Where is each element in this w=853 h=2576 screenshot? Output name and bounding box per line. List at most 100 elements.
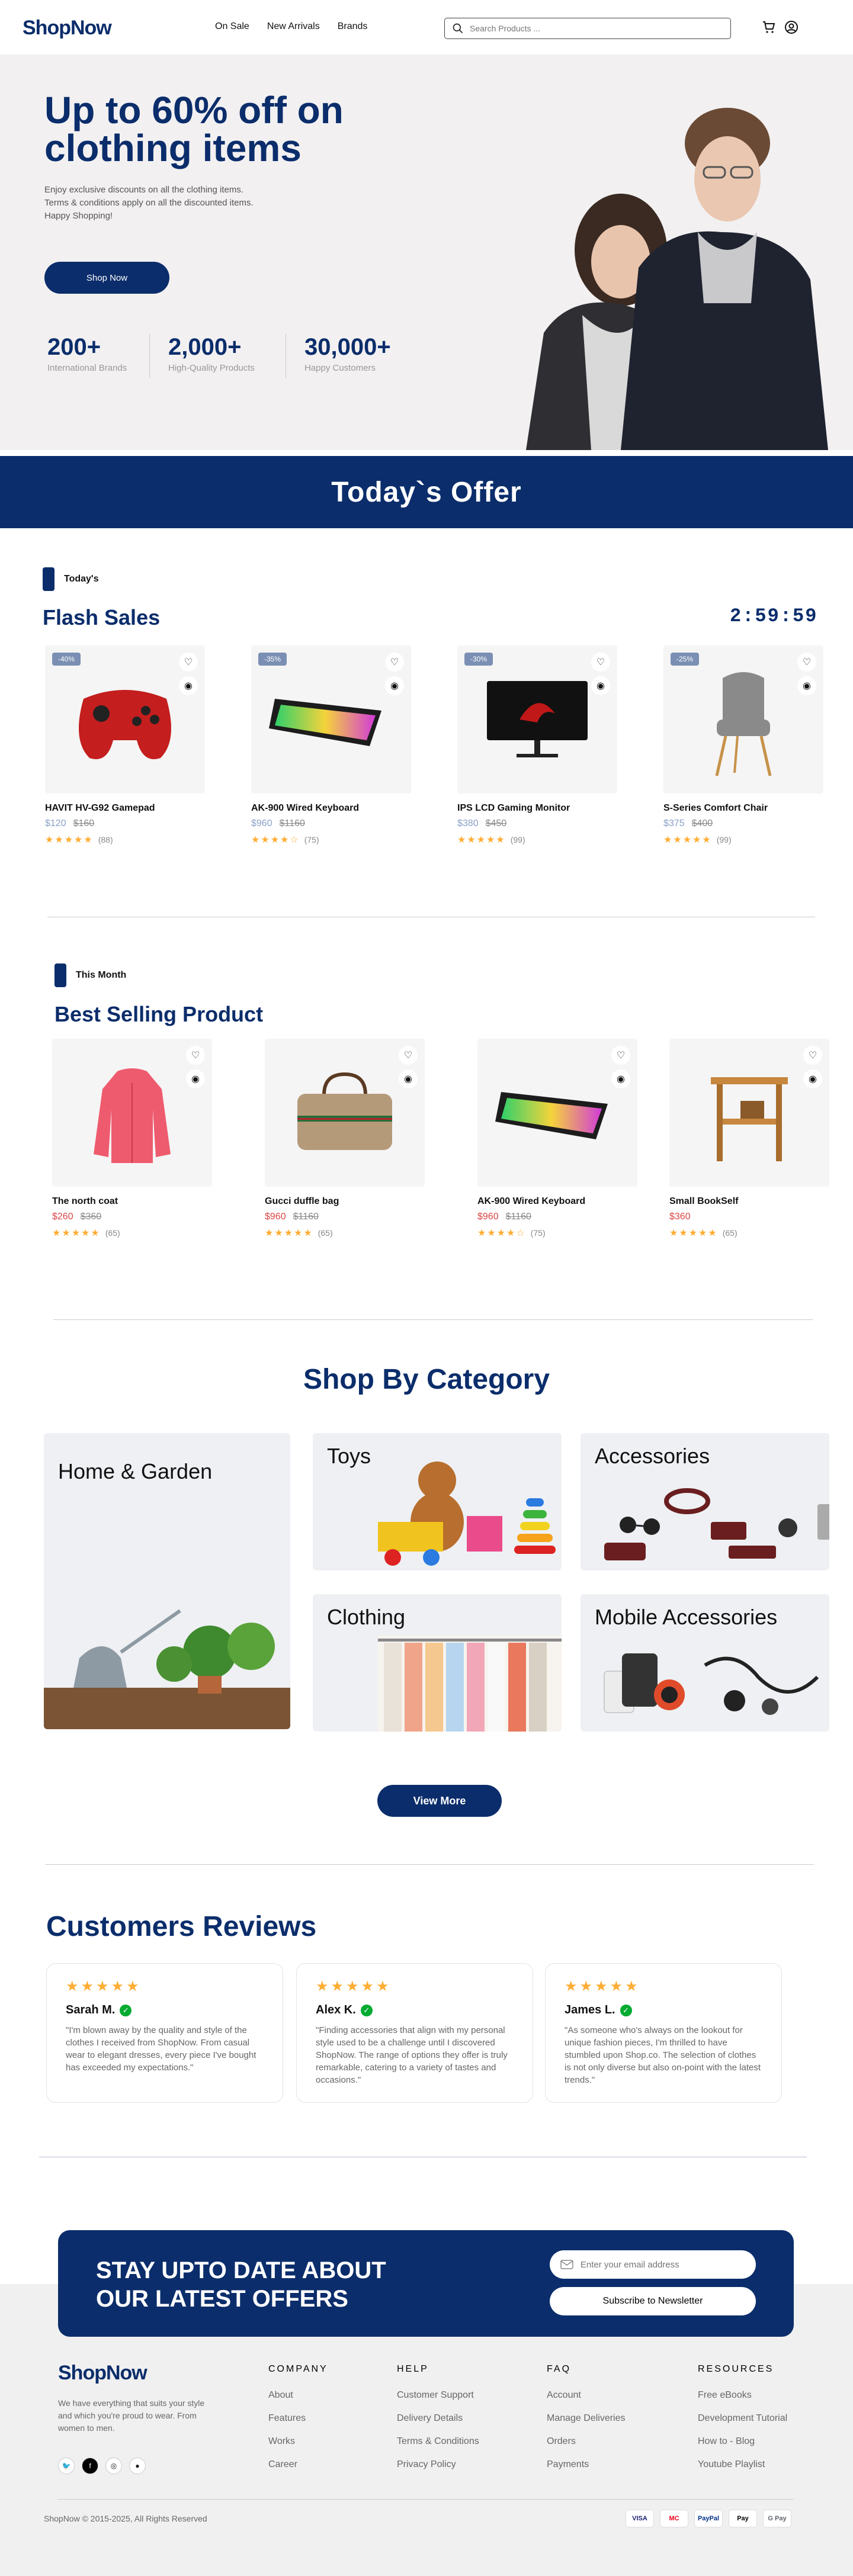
search-input[interactable]: [470, 24, 719, 33]
product-prices: $380 $450: [457, 818, 617, 829]
product-image: ♡ ◉: [52, 1039, 212, 1187]
hero-subtitle: Enjoy exclusive discounts on all the clo…: [44, 184, 323, 223]
product-card[interactable]: -40% ♡ ◉ HAVIT HV-G92 Gamepad $120 $160 ★…: [45, 645, 205, 846]
product-image: -40% ♡ ◉: [45, 645, 205, 794]
newsletter-title: STAY UPTO DATE ABOUT OUR LATEST OFFERS: [96, 2256, 428, 2313]
product-name[interactable]: S-Series Comfort Chair: [663, 803, 823, 814]
instagram-icon[interactable]: ◎: [105, 2458, 122, 2474]
wishlist-icon[interactable]: ♡: [385, 653, 404, 672]
wishlist-icon[interactable]: ♡: [399, 1046, 418, 1065]
cart-icon[interactable]: [762, 20, 776, 34]
product-name[interactable]: AK-900 Wired Keyboard: [477, 1196, 637, 1207]
category-toys[interactable]: Toys: [313, 1433, 562, 1570]
category-home-garden[interactable]: Home & Garden: [44, 1433, 290, 1729]
view-more-button[interactable]: View More: [377, 1785, 502, 1817]
footer-link[interactable]: Terms & Conditions: [397, 2436, 479, 2447]
footer-link[interactable]: Works: [268, 2436, 328, 2447]
wishlist-icon[interactable]: ♡: [611, 1046, 630, 1065]
wishlist-icon[interactable]: ♡: [797, 653, 816, 672]
quick-view-icon[interactable]: ◉: [803, 1069, 822, 1088]
review-count: (65): [318, 1228, 333, 1238]
product-name[interactable]: HAVIT HV-G92 Gamepad: [45, 803, 205, 814]
product-card[interactable]: -30% ♡ ◉ IPS LCD Gaming Monitor $380 $450…: [457, 645, 617, 846]
product-image: ♡ ◉: [477, 1039, 637, 1187]
product-name[interactable]: The north coat: [52, 1196, 212, 1207]
github-icon[interactable]: ●: [129, 2458, 146, 2474]
footer-link[interactable]: Youtube Playlist: [698, 2459, 787, 2470]
product-old-price: $400: [691, 818, 713, 828]
nav-brands[interactable]: Brands: [338, 21, 368, 32]
visa-icon: VISA: [626, 2510, 654, 2527]
wishlist-icon[interactable]: ♡: [186, 1046, 205, 1065]
footer-link[interactable]: Payments: [547, 2459, 626, 2470]
footer-link[interactable]: Development Tutorial: [698, 2413, 787, 2424]
mail-icon: [560, 2260, 573, 2269]
product-old-price: $1160: [505, 1212, 531, 1222]
product-card[interactable]: -35% ♡ ◉ AK-900 Wired Keyboard $960 $1160…: [251, 645, 411, 846]
product-card[interactable]: ♡ ◉ AK-900 Wired Keyboard $960 $1160 ★★★★…: [477, 1039, 637, 1239]
footer-link[interactable]: Orders: [547, 2436, 626, 2447]
wishlist-icon[interactable]: ♡: [803, 1046, 822, 1065]
category-mobile-accessories[interactable]: Mobile Accessories: [581, 1594, 829, 1732]
footer-description: We have everything that suits your style…: [58, 2398, 205, 2433]
reviewer-name: James L.: [565, 2003, 615, 2016]
hero-subtitle-line: Happy Shopping!: [44, 211, 113, 221]
product-card[interactable]: ♡ ◉ The north coat $260 $360 ★★★★★ (65): [52, 1039, 212, 1239]
logo[interactable]: ShopNow: [23, 17, 112, 40]
wishlist-icon[interactable]: ♡: [591, 653, 610, 672]
product-card[interactable]: ♡ ◉ Gucci duffle bag $960 $1160 ★★★★★ (65): [265, 1039, 425, 1239]
category-clothing[interactable]: Clothing: [313, 1594, 562, 1732]
clothing-rack-image: [378, 1636, 562, 1732]
verified-check-icon: ✓: [120, 2004, 132, 2016]
product-card[interactable]: -25% ♡ ◉ S-Series Comfort Chair $375 $400…: [663, 645, 823, 846]
footer-logo[interactable]: ShopNow: [58, 2362, 147, 2385]
footer-link[interactable]: Account: [547, 2390, 626, 2401]
footer-link[interactable]: Features: [268, 2413, 328, 2424]
review-stars: ★★★★★: [565, 1978, 640, 1994]
subscribe-button[interactable]: Subscribe to Newsletter: [550, 2287, 756, 2315]
product-image: -30% ♡ ◉: [457, 645, 617, 794]
footer-link[interactable]: Customer Support: [397, 2390, 479, 2401]
footer-link[interactable]: Career: [268, 2459, 328, 2470]
stat-label: High-Quality Products: [168, 363, 255, 373]
product-name[interactable]: AK-900 Wired Keyboard: [251, 803, 411, 814]
stat-brands: 200+ International Brands: [47, 334, 127, 373]
account-icon[interactable]: [784, 20, 799, 34]
twitter-icon[interactable]: 🐦: [58, 2458, 75, 2474]
offer-title: Today`s Offer: [331, 476, 522, 508]
reviewer-name: Alex K.: [316, 2003, 356, 2016]
quick-view-icon[interactable]: ◉: [611, 1069, 630, 1088]
footer-link[interactable]: Delivery Details: [397, 2413, 479, 2424]
category-accessories[interactable]: Accessories: [581, 1433, 829, 1570]
facebook-icon[interactable]: f: [82, 2458, 98, 2474]
product-name[interactable]: IPS LCD Gaming Monitor: [457, 803, 617, 814]
product-old-price: $1160: [279, 818, 305, 828]
shop-now-button[interactable]: Shop Now: [44, 262, 169, 294]
nav-on-sale[interactable]: On Sale: [215, 21, 249, 32]
product-name[interactable]: Small BookSelf: [669, 1196, 829, 1207]
quick-view-icon[interactable]: ◉: [179, 676, 198, 695]
quick-view-icon[interactable]: ◉: [591, 676, 610, 695]
footer-link[interactable]: Manage Deliveries: [547, 2413, 626, 2424]
paypal-icon: PayPal: [694, 2510, 723, 2527]
tag-bar: [43, 567, 54, 591]
footer-link[interactable]: About: [268, 2390, 328, 2401]
footer-link[interactable]: How to - Blog: [698, 2436, 787, 2447]
section-divider: [45, 1864, 814, 1865]
newsletter-title-line: STAY UPTO DATE ABOUT: [96, 2257, 386, 2283]
product-name[interactable]: Gucci duffle bag: [265, 1196, 425, 1207]
nav-new-arrivals[interactable]: New Arrivals: [267, 21, 320, 32]
quick-view-icon[interactable]: ◉: [385, 676, 404, 695]
product-card[interactable]: ♡ ◉ Small BookSelf $360 ★★★★★ (65): [669, 1039, 829, 1239]
footer-link[interactable]: Free eBooks: [698, 2390, 787, 2401]
newsletter-title-line: OUR LATEST OFFERS: [96, 2286, 348, 2312]
product-image: -25% ♡ ◉: [663, 645, 823, 794]
footer-link[interactable]: Privacy Policy: [397, 2459, 479, 2470]
quick-view-icon[interactable]: ◉: [186, 1069, 205, 1088]
quick-view-icon[interactable]: ◉: [399, 1069, 418, 1088]
product-prices: $960 $1160: [251, 818, 411, 829]
wishlist-icon[interactable]: ♡: [179, 653, 198, 672]
newsletter-email-input[interactable]: [580, 2259, 745, 2270]
product-price: $380: [457, 818, 479, 828]
quick-view-icon[interactable]: ◉: [797, 676, 816, 695]
